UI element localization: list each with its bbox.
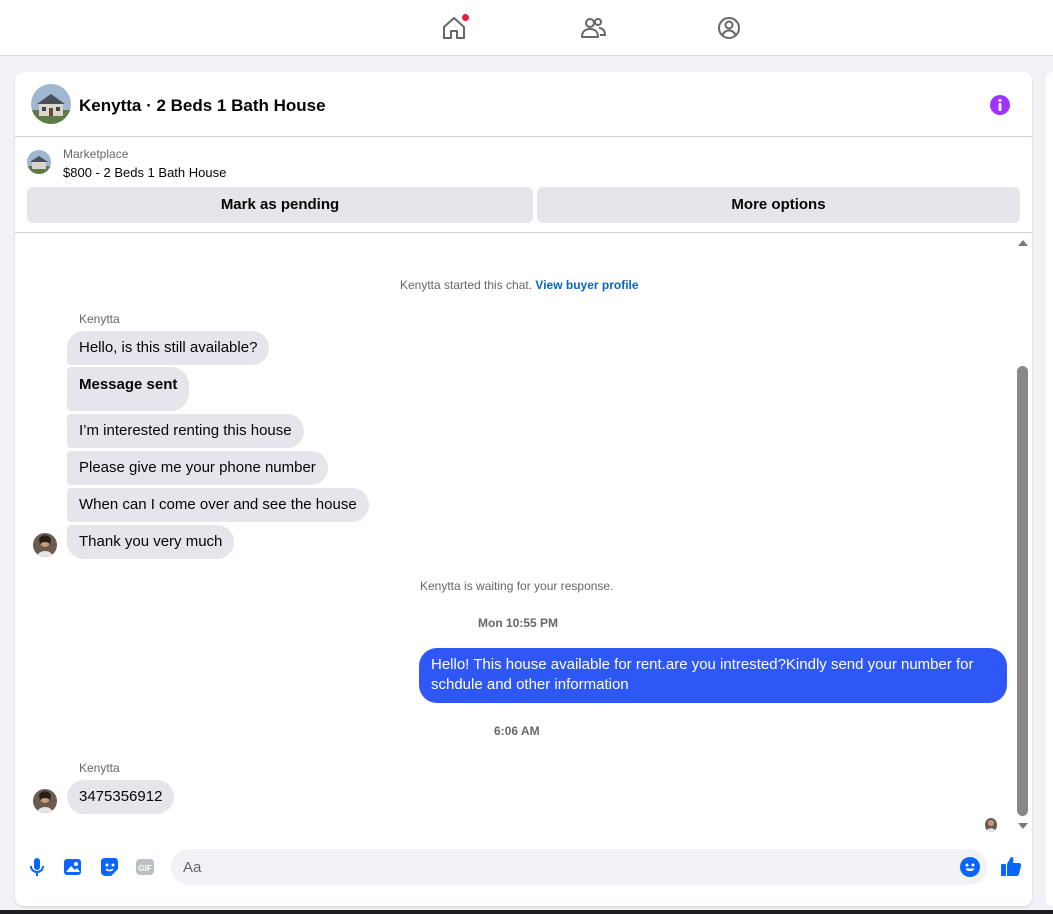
message-bubble[interactable]: Message sent (67, 367, 190, 411)
read-receipt-avatar (985, 818, 997, 832)
emoji-icon[interactable] (959, 856, 981, 878)
screen-bottom-edge (0, 910, 1053, 914)
read-receipt-photo-icon (985, 818, 997, 832)
photo-icon[interactable] (62, 856, 84, 878)
sender-photo-icon (33, 533, 57, 557)
marketplace-listing: Marketplace $800 - 2 Beds 1 Bath House M… (15, 138, 1032, 233)
message-bubble[interactable]: Thank you very much (67, 525, 235, 559)
sender-avatar[interactable] (33, 789, 57, 813)
message-bubble[interactable]: When can I come over and see the house (67, 488, 369, 522)
info-icon[interactable] (989, 94, 1011, 116)
view-buyer-profile-link[interactable]: View buyer profile (535, 278, 638, 292)
adjacent-panel-edge (1046, 72, 1053, 906)
notification-dot (461, 13, 470, 22)
profile-icon-graphic (718, 17, 740, 39)
listing-avatar[interactable] (31, 84, 71, 124)
friends-icon[interactable] (579, 14, 607, 42)
sender-photo-icon (33, 789, 57, 813)
microphone-icon[interactable] (26, 856, 48, 878)
message-bubble[interactable]: Please give me your phone number (67, 451, 328, 485)
gif-icon[interactable]: GIF (134, 856, 156, 878)
message-input[interactable] (171, 849, 951, 885)
waiting-notice: Kenytta is waiting for your response. (420, 579, 614, 593)
outgoing-message-bubble[interactable]: Hello! This house available for rent.are… (419, 648, 1007, 703)
info-icon-graphic (990, 95, 1010, 115)
emoji-icon-graphic (960, 857, 980, 877)
listing-price-title[interactable]: $800 - 2 Beds 1 Bath House (63, 165, 226, 180)
scroll-up-arrow[interactable] (1018, 240, 1028, 246)
mark-as-pending-button[interactable]: Mark as pending (27, 187, 533, 223)
friends-icon-graphic (581, 18, 607, 38)
sender-avatar[interactable] (33, 533, 57, 557)
thumbs-up-icon-graphic (1001, 857, 1022, 876)
svg-text:GIF: GIF (138, 864, 151, 873)
message-composer: GIF (15, 844, 1032, 906)
message-bubble[interactable]: I’m interested renting this house (67, 414, 304, 448)
profile-icon[interactable] (715, 14, 743, 42)
house-thumbnail-icon (27, 150, 51, 174)
listing-source-label: Marketplace (63, 147, 129, 161)
sender-name: Kenytta (79, 761, 120, 775)
timestamp: Mon 10:55 PM (478, 616, 559, 630)
thumbs-up-icon[interactable] (999, 854, 1023, 878)
house-photo-icon (31, 84, 71, 124)
top-navigation (0, 0, 1053, 56)
more-options-button[interactable]: More options (537, 187, 1020, 223)
chat-header: Kenytta · 2 Beds 1 Bath House (15, 72, 1032, 137)
message-bubble[interactable]: Hello, is this still available? (67, 331, 270, 365)
scroll-down-arrow[interactable] (1018, 823, 1028, 829)
message-input-wrapper (171, 849, 987, 885)
microphone-icon-graphic (30, 858, 44, 876)
message-scrollbar[interactable] (1015, 238, 1031, 834)
home-icon[interactable] (440, 13, 470, 42)
gif-icon-graphic: GIF (136, 859, 154, 875)
sender-name: Kenytta (79, 312, 120, 326)
scrollbar-thumb[interactable] (1017, 366, 1028, 816)
message-list: Kenytta started this chat. View buyer pr… (15, 234, 1032, 844)
sticker-icon[interactable] (98, 856, 120, 878)
timestamp: 6:06 AM (494, 724, 540, 738)
chat-started-text: Kenytta started this chat. (400, 278, 533, 292)
chat-started-notice: Kenytta started this chat. View buyer pr… (400, 278, 639, 292)
chat-title[interactable]: Kenytta · 2 Beds 1 Bath House (79, 96, 326, 116)
message-bubble[interactable]: 3475356912 (67, 780, 175, 814)
photo-icon-graphic (64, 859, 81, 875)
chat-panel: Kenytta · 2 Beds 1 Bath House Marketplac… (15, 72, 1032, 906)
listing-thumbnail[interactable] (27, 150, 51, 174)
sticker-icon-graphic (101, 858, 118, 876)
